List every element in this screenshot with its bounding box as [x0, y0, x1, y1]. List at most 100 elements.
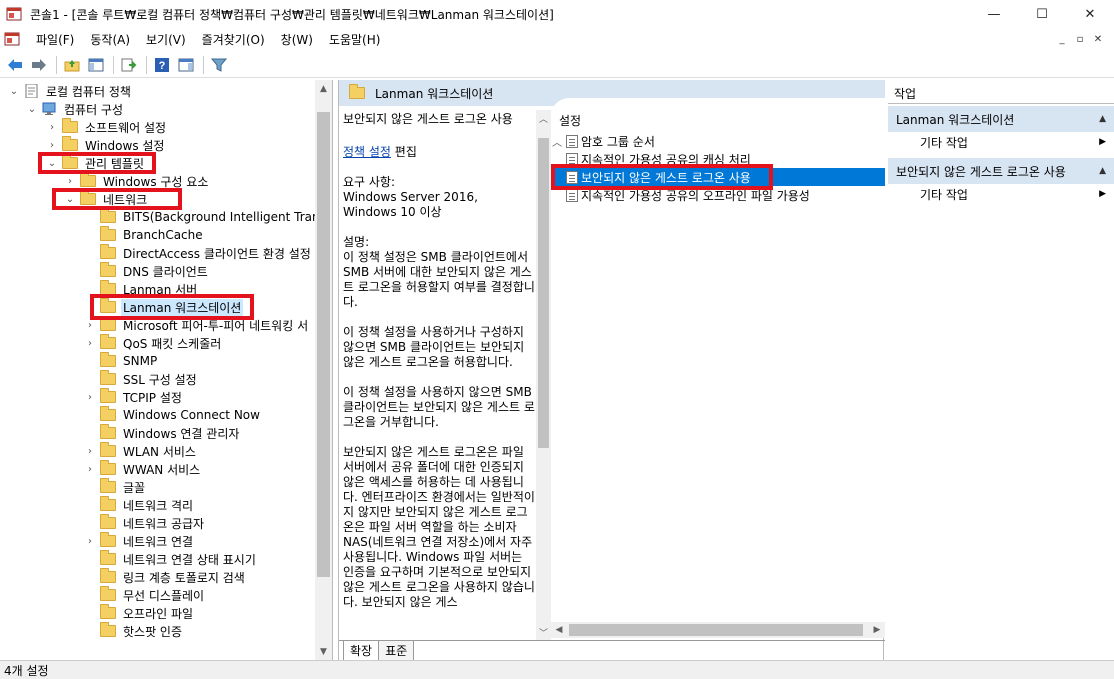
- tree-item-label: BITS(Background Intelligent Transfer: [123, 210, 333, 224]
- tab-extended[interactable]: 확장: [343, 641, 380, 662]
- back-arrow-icon[interactable]: [4, 54, 26, 76]
- chevron-right-icon[interactable]: ›: [84, 391, 96, 403]
- chevron-right-icon[interactable]: ›: [84, 445, 96, 457]
- chevron-right-icon[interactable]: ›: [46, 139, 58, 151]
- chevron-down-icon[interactable]: ﹀: [536, 624, 551, 640]
- tree-item-fonts[interactable]: 글꼴: [84, 478, 147, 496]
- menu-favorites[interactable]: 즐겨찾기(O): [194, 31, 273, 48]
- menu-file[interactable]: 파일(F): [28, 31, 82, 48]
- action-section-guest-logon[interactable]: 보안되지 않은 게스트 로그온 사용 ▲: [888, 158, 1114, 184]
- tree-item-snmp[interactable]: SNMP: [84, 352, 159, 370]
- chevron-right-icon[interactable]: ›: [84, 463, 96, 475]
- chevron-down-icon[interactable]: ⌄: [64, 193, 76, 205]
- setting-row[interactable]: ︿ 암호 그룹 순서: [551, 132, 885, 150]
- minimize-button[interactable]: —: [970, 0, 1018, 28]
- chevron-down-icon[interactable]: ⌄: [8, 85, 20, 97]
- tree-item-wwan[interactable]: › WWAN 서비스: [84, 460, 202, 478]
- chevron-down-icon[interactable]: ⌄: [46, 157, 58, 169]
- tree-item-bits[interactable]: BITS(Background Intelligent Transfer: [84, 208, 333, 226]
- folder-icon: [100, 388, 116, 403]
- chevron-right-icon[interactable]: ›: [84, 319, 96, 331]
- scrollbar-thumb[interactable]: [538, 138, 549, 448]
- tree-item-windows-components[interactable]: › Windows 구성 요소: [64, 172, 210, 190]
- tree-item-branchcache[interactable]: BranchCache: [84, 226, 205, 244]
- tree-item-ssl-config[interactable]: SSL 구성 설정: [84, 370, 199, 388]
- scroll-up-arrow-icon[interactable]: ▲: [315, 80, 332, 97]
- tree-item-offline-files[interactable]: 오프라인 파일: [84, 604, 195, 622]
- mdi-minimize-button[interactable]: _: [1054, 31, 1070, 47]
- tree-item-hotspot-auth[interactable]: 핫스팟 인증: [84, 622, 184, 640]
- action-section-lanman[interactable]: Lanman 워크스테이션 ▲: [888, 106, 1114, 132]
- tree-item-software-settings[interactable]: › 소프트웨어 설정: [46, 118, 168, 136]
- scroll-right-arrow-icon[interactable]: ▶: [869, 622, 885, 638]
- tree-item-wlan[interactable]: › WLAN 서비스: [84, 442, 198, 460]
- folder-icon: [100, 334, 116, 349]
- close-button[interactable]: ✕: [1066, 0, 1114, 28]
- tree-item-tcpip[interactable]: › TCPIP 설정: [84, 388, 184, 406]
- mdi-restore-button[interactable]: ▫: [1072, 31, 1088, 47]
- chevron-right-icon[interactable]: ›: [84, 535, 96, 547]
- menu-action[interactable]: 동작(A): [82, 31, 138, 48]
- menu-view[interactable]: 보기(V): [138, 31, 194, 48]
- export-list-icon[interactable]: [118, 54, 140, 76]
- chevron-up-icon[interactable]: ︿: [536, 110, 551, 126]
- scrollbar-thumb[interactable]: [569, 624, 863, 636]
- scroll-left-arrow-icon[interactable]: ◀: [551, 622, 567, 638]
- mdi-close-button[interactable]: ✕: [1090, 31, 1106, 47]
- tree-item-lanman-server[interactable]: Lanman 서버: [84, 280, 199, 298]
- tree-item-label: 네트워크 격리: [123, 498, 194, 513]
- edit-policy-link[interactable]: 정책 설정: [343, 145, 391, 159]
- menu-help[interactable]: 도움말(H): [321, 31, 389, 48]
- setting-row[interactable]: 지속적인 가용성 공유의 캐싱 처리: [551, 150, 885, 168]
- collapse-arrow-icon[interactable]: ▲: [1099, 114, 1106, 124]
- chevron-right-icon[interactable]: ›: [84, 337, 96, 349]
- folder-icon: [100, 316, 116, 331]
- help-icon[interactable]: ?: [151, 54, 173, 76]
- setting-row-selected[interactable]: 보안되지 않은 게스트 로그온 사용: [551, 168, 885, 186]
- console-menu-icon[interactable]: [4, 31, 20, 47]
- tree-item-directaccess[interactable]: DirectAccess 클라이언트 환경 설정: [84, 244, 313, 262]
- tree-item-computer-config[interactable]: ⌄ 컴퓨터 구성: [26, 100, 125, 118]
- settings-column-header[interactable]: 설정: [559, 112, 581, 129]
- maximize-button[interactable]: ☐: [1018, 0, 1066, 28]
- tree-item-windows-settings[interactable]: › Windows 설정: [46, 136, 166, 154]
- action-more-actions[interactable]: 기타 작업 ▶: [888, 184, 1114, 204]
- chevron-up-icon[interactable]: ︿: [551, 135, 563, 149]
- tree-item-connection-manager[interactable]: Windows 연결 관리자: [84, 424, 241, 442]
- tree-item-network-connections[interactable]: › 네트워크 연결: [84, 532, 195, 550]
- forward-arrow-icon[interactable]: [28, 54, 50, 76]
- chevron-down-icon[interactable]: ⌄: [26, 103, 38, 115]
- tree-item-network-provider[interactable]: 네트워크 공급자: [84, 514, 206, 532]
- up-folder-icon[interactable]: [61, 54, 83, 76]
- menu-window[interactable]: 창(W): [273, 31, 321, 48]
- action-more-actions[interactable]: 기타 작업 ▶: [888, 132, 1114, 152]
- tree-item-windows-connect-now[interactable]: Windows Connect Now: [84, 406, 262, 424]
- tree-item-network-isolation[interactable]: 네트워크 격리: [84, 496, 195, 514]
- chevron-right-icon[interactable]: ›: [46, 121, 58, 133]
- filter-icon[interactable]: [208, 54, 230, 76]
- tree-item-p2p-networking[interactable]: › Microsoft 피어-투-피어 네트워킹 서: [84, 316, 310, 334]
- tree-item-local-computer-policy[interactable]: ⌄ 로컬 컴퓨터 정책: [8, 82, 133, 100]
- tree-item-dns-client[interactable]: DNS 클라이언트: [84, 262, 210, 280]
- tree-item-qos[interactable]: › QoS 패킷 스케줄러: [84, 334, 223, 352]
- settings-hscrollbar[interactable]: ◀ ▶: [551, 622, 885, 638]
- folder-icon: [62, 154, 78, 169]
- tree-item-admin-templates[interactable]: ⌄ 관리 템플릿: [46, 154, 146, 172]
- scrollbar-thumb[interactable]: [317, 112, 330, 577]
- chevron-right-icon[interactable]: ›: [64, 175, 76, 187]
- description-scrollbar[interactable]: ︿ ﹀: [536, 110, 551, 640]
- scroll-down-arrow-icon[interactable]: ▼: [315, 643, 332, 660]
- show-action-pane-icon[interactable]: [175, 54, 197, 76]
- tree-item-lanman-workstation[interactable]: Lanman 워크스테이션: [84, 298, 244, 316]
- tree-item-wireless-display[interactable]: 무선 디스플레이: [84, 586, 206, 604]
- tab-standard[interactable]: 표준: [378, 641, 415, 662]
- show-hide-tree-icon[interactable]: [85, 54, 107, 76]
- tree-scrollbar[interactable]: ▲ ▼: [315, 80, 332, 660]
- tree-item-ncsi[interactable]: 네트워크 연결 상태 표시기: [84, 550, 258, 568]
- tree-item-lltd[interactable]: 링크 계층 토폴로지 검색: [84, 568, 247, 586]
- collapse-arrow-icon[interactable]: ▲: [1099, 166, 1106, 176]
- tree-item-network[interactable]: ⌄ 네트워크: [64, 190, 149, 208]
- setting-row[interactable]: 지속적인 가용성 공유의 오프라인 파일 가용성: [551, 186, 885, 204]
